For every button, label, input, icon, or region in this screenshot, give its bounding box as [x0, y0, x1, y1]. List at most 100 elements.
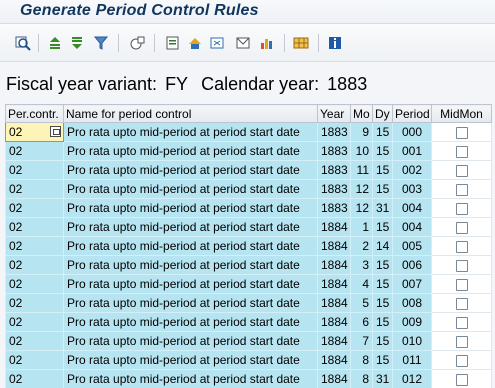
- midmon-checkbox[interactable]: [455, 145, 468, 158]
- per-contr-cell[interactable]: 02: [5, 217, 64, 237]
- value-help-icon[interactable]: [50, 126, 61, 137]
- month-cell: 11: [350, 160, 373, 180]
- per-contr-cell[interactable]: 02: [5, 350, 64, 370]
- period-control-name-cell: Pro rata upto mid-period at period start…: [63, 331, 318, 351]
- sort-descending-icon[interactable]: [68, 34, 86, 52]
- year-cell: 1884: [317, 255, 351, 275]
- toolbar-separator: [284, 34, 285, 52]
- spreadsheet-icon[interactable]: [208, 34, 226, 52]
- period-control-name-cell: Pro rata upto mid-period at period start…: [63, 255, 318, 275]
- midmon-checkbox[interactable]: [455, 164, 468, 177]
- per-contr-cell[interactable]: 02: [5, 274, 64, 294]
- month-cell: 8: [350, 369, 373, 388]
- table-row[interactable]: 02 Pro rata upto mid-period at period sta…: [5, 369, 492, 388]
- midmon-cell: [431, 255, 492, 275]
- send-icon[interactable]: [234, 34, 252, 52]
- info-icon[interactable]: [326, 34, 344, 52]
- day-cell: 15: [372, 122, 393, 142]
- period-cell: 004: [392, 217, 432, 237]
- table-row[interactable]: 02 Pro rata upto mid-period at period sta…: [5, 141, 492, 161]
- filter-icon[interactable]: [92, 34, 110, 52]
- midmon-checkbox[interactable]: [455, 278, 468, 291]
- year-cell: 1884: [317, 312, 351, 332]
- table-row[interactable]: 02 Pro rata upto mid-period at period sta…: [5, 179, 492, 199]
- year-cell: 1883: [317, 179, 351, 199]
- column-header-year[interactable]: Year: [317, 104, 351, 123]
- midmon-cell: [431, 274, 492, 294]
- chart-icon[interactable]: [258, 34, 276, 52]
- per-contr-cell[interactable]: 02: [5, 122, 64, 142]
- per-contr-cell[interactable]: 02: [5, 198, 64, 218]
- table-row[interactable]: 02 Pro rata upto mid-period at period sta…: [5, 122, 492, 142]
- column-header-name[interactable]: Name for period control: [63, 104, 318, 123]
- midmon-checkbox[interactable]: [455, 335, 468, 348]
- year-cell: 1883: [317, 198, 351, 218]
- midmon-cell: [431, 217, 492, 237]
- month-cell: 7: [350, 331, 373, 351]
- per-contr-cell[interactable]: 02: [5, 160, 64, 180]
- details-icon[interactable]: [14, 34, 32, 52]
- table-row[interactable]: 02 Pro rata upto mid-period at period sta…: [5, 198, 492, 218]
- midmon-cell: [431, 179, 492, 199]
- day-cell: 15: [372, 331, 393, 351]
- per-contr-cell[interactable]: 02: [5, 236, 64, 256]
- sort-ascending-icon[interactable]: [46, 34, 64, 52]
- midmon-checkbox[interactable]: [455, 373, 468, 386]
- layout-icon[interactable]: [292, 34, 310, 52]
- table-row[interactable]: 02 Pro rata upto mid-period at period sta…: [5, 274, 492, 294]
- column-header-month[interactable]: Mo: [350, 104, 373, 123]
- column-header-day[interactable]: Dy: [372, 104, 393, 123]
- column-header-per-contr[interactable]: Per.contr.: [5, 104, 64, 123]
- per-contr-cell[interactable]: 02: [5, 255, 64, 275]
- table-row[interactable]: 02 Pro rata upto mid-period at period sta…: [5, 293, 492, 313]
- period-control-name-cell: Pro rata upto mid-period at period start…: [63, 293, 318, 313]
- per-contr-cell[interactable]: 02: [5, 331, 64, 351]
- print-icon[interactable]: [186, 34, 204, 52]
- year-cell: 1883: [317, 122, 351, 142]
- per-contr-cell[interactable]: 02: [5, 312, 64, 332]
- month-cell: 10: [350, 141, 373, 161]
- per-contr-cell[interactable]: 02: [5, 293, 64, 313]
- table-row[interactable]: 02 Pro rata upto mid-period at period sta…: [5, 331, 492, 351]
- per-contr-cell[interactable]: 02: [5, 179, 64, 199]
- column-header-period[interactable]: Period: [392, 104, 432, 123]
- table-row[interactable]: 02 Pro rata upto mid-period at period sta…: [5, 217, 492, 237]
- table-row[interactable]: 02 Pro rata upto mid-period at period sta…: [5, 236, 492, 256]
- column-header-midmon[interactable]: MidMon: [431, 104, 492, 123]
- period-control-name-cell: Pro rata upto mid-period at period start…: [63, 141, 318, 161]
- midmon-checkbox[interactable]: [455, 202, 468, 215]
- per-contr-cell[interactable]: 02: [5, 369, 64, 388]
- table-row[interactable]: 02 Pro rata upto mid-period at period sta…: [5, 350, 492, 370]
- midmon-cell: [431, 312, 492, 332]
- day-cell: 15: [372, 179, 393, 199]
- month-cell: 1: [350, 217, 373, 237]
- midmon-checkbox[interactable]: [455, 316, 468, 329]
- table-row[interactable]: 02 Pro rata upto mid-period at period sta…: [5, 160, 492, 180]
- midmon-checkbox[interactable]: [455, 354, 468, 367]
- calendar-year-label: Calendar year:: [201, 74, 320, 94]
- period-control-name-cell: Pro rata upto mid-period at period start…: [63, 236, 318, 256]
- title-bar: Generate Period Control Rules: [0, 0, 495, 24]
- period-control-name-cell: Pro rata upto mid-period at period start…: [63, 179, 318, 199]
- period-control-table: Per.contr. Name for period control Year …: [5, 104, 495, 388]
- midmon-cell: [431, 369, 492, 388]
- midmon-checkbox[interactable]: [455, 183, 468, 196]
- month-cell: 9: [350, 122, 373, 142]
- midmon-checkbox[interactable]: [455, 221, 468, 234]
- midmon-checkbox[interactable]: [455, 259, 468, 272]
- period-cell: 007: [392, 274, 432, 294]
- table-row[interactable]: 02 Pro rata upto mid-period at period sta…: [5, 255, 492, 275]
- period-control-name-cell: Pro rata upto mid-period at period start…: [63, 122, 318, 142]
- table-row[interactable]: 02 Pro rata upto mid-period at period sta…: [5, 312, 492, 332]
- midmon-checkbox[interactable]: [455, 240, 468, 253]
- midmon-checkbox[interactable]: [455, 126, 468, 139]
- total-icon[interactable]: [128, 34, 146, 52]
- export-icon[interactable]: [164, 34, 182, 52]
- year-cell: 1884: [317, 350, 351, 370]
- midmon-cell: [431, 141, 492, 161]
- month-cell: 3: [350, 255, 373, 275]
- midmon-cell: [431, 350, 492, 370]
- midmon-cell: [431, 236, 492, 256]
- per-contr-cell[interactable]: 02: [5, 141, 64, 161]
- midmon-checkbox[interactable]: [455, 297, 468, 310]
